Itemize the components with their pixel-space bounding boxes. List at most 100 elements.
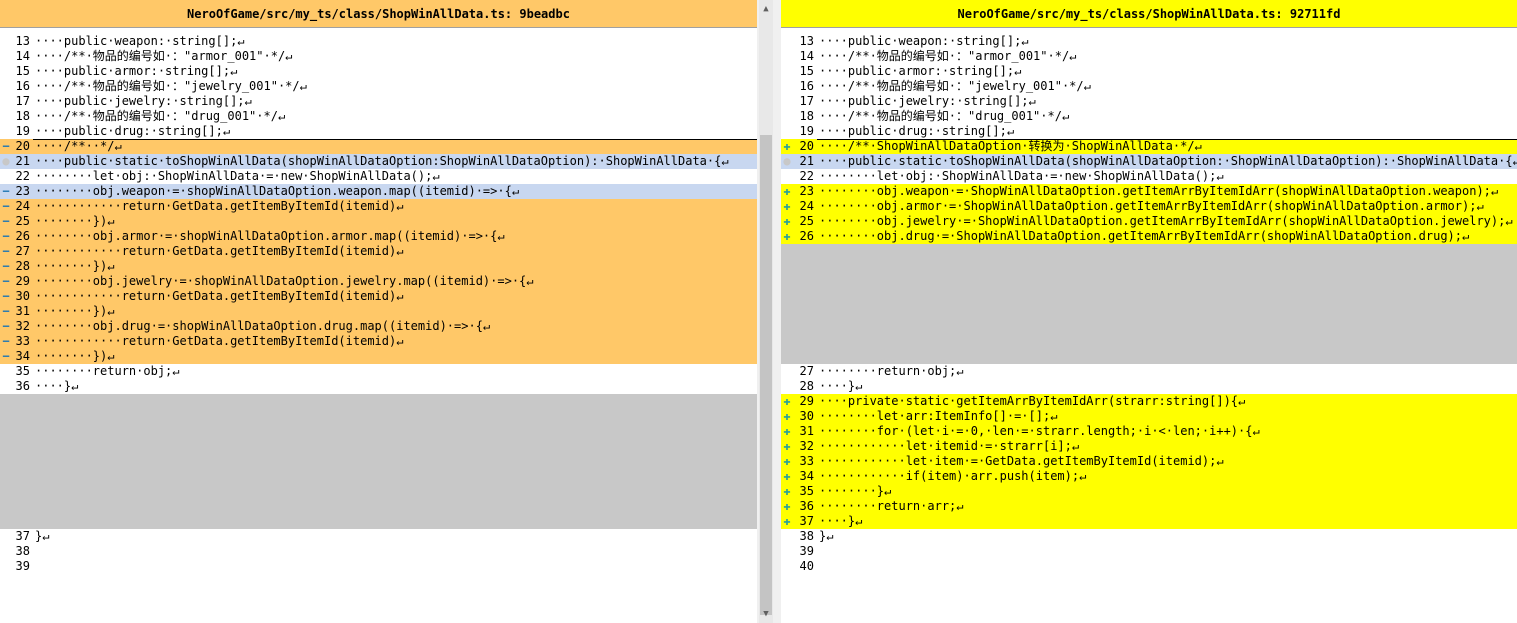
code-line[interactable] bbox=[817, 559, 1517, 574]
line-number: 13 bbox=[799, 34, 814, 48]
code-line[interactable]: ····public·weapon:·string[];↵ bbox=[33, 34, 757, 49]
code-line[interactable]: ········})↵ bbox=[33, 349, 757, 364]
change-boundary-rule bbox=[817, 139, 1517, 140]
code-line[interactable]: ········let·obj:·ShopWinAllData·=·new·Sh… bbox=[817, 169, 1517, 184]
code-line[interactable]: ········})↵ bbox=[33, 304, 757, 319]
code-line[interactable] bbox=[33, 469, 757, 484]
code-line[interactable] bbox=[817, 259, 1517, 274]
code-line[interactable]: ········obj.weapon·=·shopWinAllDataOptio… bbox=[33, 184, 757, 199]
code-line[interactable]: ····public·drug:·string[];↵ bbox=[33, 124, 757, 139]
code-line[interactable]: ····}↵ bbox=[817, 379, 1517, 394]
gutter-row: −25 bbox=[0, 214, 33, 229]
code-line[interactable]: ····}↵ bbox=[33, 379, 757, 394]
right-diff-pane[interactable]: NeroOfGame/src/my_ts/class/ShopWinAllDat… bbox=[781, 0, 1517, 623]
left-diff-pane[interactable]: NeroOfGame/src/my_ts/class/ShopWinAllDat… bbox=[0, 0, 757, 623]
code-line[interactable]: ········obj.jewelry·=·shopWinAllDataOpti… bbox=[33, 274, 757, 289]
code-line[interactable]: ············if(item)·arr.push(item);↵ bbox=[817, 469, 1517, 484]
code-line[interactable]: ····public·jewelry:·string[];↵ bbox=[33, 94, 757, 109]
code-line[interactable] bbox=[817, 349, 1517, 364]
code-line[interactable] bbox=[33, 409, 757, 424]
code-line[interactable]: ····public·armor:·string[];↵ bbox=[33, 64, 757, 79]
code-line[interactable]: ········let·obj:·ShopWinAllData·=·new·Sh… bbox=[33, 169, 757, 184]
code-line[interactable]: ············return·GetData.getItemByItem… bbox=[33, 244, 757, 259]
code-line[interactable]: ····public·jewelry:·string[];↵ bbox=[817, 94, 1517, 109]
code-line[interactable]: ········}↵ bbox=[817, 484, 1517, 499]
code-line[interactable] bbox=[817, 334, 1517, 349]
code-line[interactable]: ····}↵ bbox=[817, 514, 1517, 529]
code-line[interactable]: ····public·static·toShopWinAllData(shopW… bbox=[33, 154, 757, 169]
removed-marker-icon: − bbox=[2, 139, 10, 153]
code-line[interactable]: ····public·drug:·string[];↵ bbox=[817, 124, 1517, 139]
code-line[interactable]: ····public·weapon:·string[];↵ bbox=[817, 34, 1517, 49]
code-line[interactable]: ········obj.armor·=·ShopWinAllDataOption… bbox=[817, 199, 1517, 214]
line-number: 35 bbox=[15, 364, 30, 378]
code-line[interactable] bbox=[33, 559, 757, 574]
code-line[interactable]: ····/**·物品的编号如·："armor_001"·*/↵ bbox=[33, 49, 757, 64]
code-line[interactable] bbox=[33, 499, 757, 514]
code-line[interactable]: ········let·arr:ItemInfo[]·=·[];↵ bbox=[817, 409, 1517, 424]
changed-marker-icon: ● bbox=[783, 154, 791, 168]
gutter-row: 16 bbox=[781, 79, 817, 94]
code-line[interactable]: ············return·GetData.getItemByItem… bbox=[33, 289, 757, 304]
code-line[interactable]: ····/**·物品的编号如·："drug_001"·*/↵ bbox=[33, 109, 757, 124]
code-line[interactable]: }↵ bbox=[33, 529, 757, 544]
code-line[interactable]: }↵ bbox=[817, 529, 1517, 544]
code-line[interactable] bbox=[33, 454, 757, 469]
code-line[interactable]: ····public·static·toShopWinAllData(shopW… bbox=[817, 154, 1517, 169]
code-line[interactable] bbox=[817, 544, 1517, 559]
code-line[interactable]: ········})↵ bbox=[33, 214, 757, 229]
gutter-row bbox=[781, 334, 817, 349]
line-number: 28 bbox=[15, 259, 30, 273]
removed-marker-icon: − bbox=[2, 349, 10, 363]
code-text: ····public·jewelry:·string[];↵ bbox=[35, 94, 252, 108]
code-line[interactable]: ····/**·物品的编号如·："jewelry_001"·*/↵ bbox=[817, 79, 1517, 94]
code-line[interactable]: ········obj.drug·=·shopWinAllDataOption.… bbox=[33, 319, 757, 334]
gutter-row: ✚ 26 bbox=[781, 229, 817, 244]
code-line[interactable]: ········return·obj;↵ bbox=[33, 364, 757, 379]
code-line[interactable]: ····/**·物品的编号如·："jewelry_001"·*/↵ bbox=[33, 79, 757, 94]
scroll-down-arrow-icon[interactable]: ▼ bbox=[759, 607, 773, 621]
gutter-row: ● 21 bbox=[0, 154, 33, 169]
code-line[interactable]: ········return·obj;↵ bbox=[817, 364, 1517, 379]
code-line[interactable]: ············let·item·=·GetData.getItemBy… bbox=[817, 454, 1517, 469]
removed-marker-icon: − bbox=[2, 304, 10, 318]
right-code-area[interactable]: ····public·weapon:·string[];↵ ····/**·物品的… bbox=[817, 32, 1517, 623]
code-line[interactable] bbox=[817, 319, 1517, 334]
code-line[interactable]: ········obj.armor·=·shopWinAllDataOption… bbox=[33, 229, 757, 244]
code-line[interactable]: ····/**·物品的编号如·："armor_001"·*/↵ bbox=[817, 49, 1517, 64]
code-line[interactable]: ····/**··*/↵ bbox=[33, 139, 757, 154]
code-line[interactable]: ············return·GetData.getItemByItem… bbox=[33, 199, 757, 214]
code-line[interactable]: ········return·arr;↵ bbox=[817, 499, 1517, 514]
code-line[interactable]: ····/**·ShopWinAllDataOption·转换为·ShopWin… bbox=[817, 139, 1517, 154]
added-marker-icon: ✚ bbox=[783, 409, 791, 423]
code-line[interactable]: ········obj.drug·=·ShopWinAllDataOption.… bbox=[817, 229, 1517, 244]
gutter-row bbox=[781, 274, 817, 289]
code-line[interactable] bbox=[33, 544, 757, 559]
code-line[interactable] bbox=[33, 439, 757, 454]
code-line[interactable]: ········for·(let·i·=·0,·len·=·strarr.len… bbox=[817, 424, 1517, 439]
code-line[interactable] bbox=[817, 274, 1517, 289]
code-line[interactable] bbox=[33, 514, 757, 529]
code-line[interactable]: ····/**·物品的编号如·："drug_001"·*/↵ bbox=[817, 109, 1517, 124]
line-number: 18 bbox=[799, 109, 814, 123]
code-line[interactable]: ········obj.jewelry·=·ShopWinAllDataOpti… bbox=[817, 214, 1517, 229]
code-line[interactable] bbox=[33, 424, 757, 439]
code-line[interactable]: ············let·itemid·=·strarr[i];↵ bbox=[817, 439, 1517, 454]
code-line[interactable]: ····public·armor:·string[];↵ bbox=[817, 64, 1517, 79]
code-line[interactable]: ········obj.weapon·=·ShopWinAllDataOptio… bbox=[817, 184, 1517, 199]
vertical-scrollbar[interactable]: ▲ ▼ bbox=[759, 0, 773, 623]
scroll-up-arrow-icon[interactable]: ▲ bbox=[759, 2, 773, 16]
code-line[interactable] bbox=[33, 484, 757, 499]
code-line[interactable] bbox=[33, 394, 757, 409]
left-code-area[interactable]: ····public·weapon:·string[];↵ ····/**·物品的… bbox=[33, 32, 757, 623]
code-line[interactable] bbox=[817, 304, 1517, 319]
code-line[interactable]: ········})↵ bbox=[33, 259, 757, 274]
scrollbar-thumb[interactable] bbox=[760, 135, 772, 615]
code-line[interactable]: ············return·GetData.getItemByItem… bbox=[33, 334, 757, 349]
code-line[interactable] bbox=[817, 289, 1517, 304]
gutter-row: ✚ 20 bbox=[781, 139, 817, 154]
gutter-row: 18 bbox=[0, 109, 33, 124]
gutter-row: ✚ 30 bbox=[781, 409, 817, 424]
code-line[interactable]: ····private·static·getItemArrByItemIdArr… bbox=[817, 394, 1517, 409]
code-line[interactable] bbox=[817, 244, 1517, 259]
